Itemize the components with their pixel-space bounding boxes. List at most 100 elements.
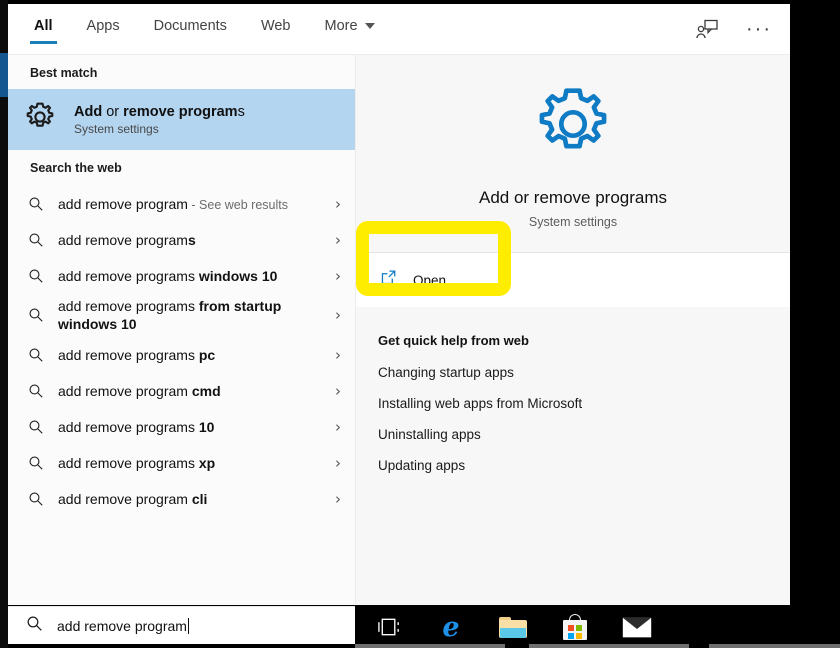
- quick-help-link[interactable]: Updating apps: [378, 458, 790, 473]
- search-icon: [28, 455, 58, 471]
- tab-web-label: Web: [260, 18, 291, 34]
- tab-more[interactable]: More: [323, 14, 377, 44]
- tab-more-label: More: [324, 18, 358, 34]
- microsoft-store-icon[interactable]: [555, 610, 595, 644]
- search-input-text: add remove program: [57, 617, 189, 634]
- web-suggestion-item[interactable]: add remove program cli ›: [8, 481, 355, 517]
- search-tabbar: All Apps Documents Web More ···: [8, 4, 790, 54]
- file-explorer-icon[interactable]: [493, 610, 533, 644]
- chevron-right-icon: ›: [335, 195, 341, 213]
- chevron-right-icon: ›: [335, 345, 341, 364]
- web-suggestion-label: add remove programs windows 10: [58, 267, 278, 284]
- search-icon: [28, 232, 58, 248]
- web-suggestions-list: add remove program - See web results › add…: [8, 184, 355, 517]
- web-suggestion-item[interactable]: add remove programs xp ›: [8, 445, 355, 481]
- quick-help-heading: Get quick help from web: [378, 333, 529, 348]
- folder-glyph: [499, 616, 527, 638]
- tab-documents[interactable]: Documents: [152, 14, 229, 44]
- web-suggestion-item[interactable]: add remove programs windows 10 ›: [8, 258, 355, 294]
- chevron-right-icon: ›: [335, 306, 341, 325]
- microsoft-edge-icon[interactable]: e: [431, 610, 471, 644]
- search-icon: [28, 307, 58, 323]
- tab-documents-label: Documents: [153, 18, 227, 34]
- feedback-person-icon[interactable]: [694, 16, 720, 42]
- search-flyout-panel: All Apps Documents Web More ··· Best mat…: [8, 4, 790, 605]
- quick-help-link[interactable]: Uninstalling apps: [378, 427, 790, 442]
- task-view-icon[interactable]: [369, 610, 409, 644]
- store-bag-glyph: [562, 614, 588, 640]
- search-icon: [26, 615, 43, 637]
- web-suggestion-label: add remove program cli: [58, 490, 208, 507]
- web-suggestion-label: add remove programs 10: [58, 418, 215, 435]
- web-suggestion-label: add remove program cmd: [58, 382, 221, 399]
- web-suggestion-label: add remove programs: [58, 231, 196, 248]
- best-match-title-part2: or: [102, 103, 124, 120]
- taskbar-underline: [355, 644, 840, 648]
- screen-root: All Apps Documents Web More ··· Best mat…: [0, 0, 840, 648]
- open-button[interactable]: Open: [356, 253, 790, 307]
- quick-help-link[interactable]: Installing web apps from Microsoft: [378, 396, 790, 411]
- search-icon: [28, 383, 58, 399]
- envelope-glyph: [622, 617, 652, 638]
- chevron-down-icon: [364, 23, 375, 29]
- start-menu-accent-bar: [0, 53, 8, 97]
- taskbar: e: [355, 606, 840, 648]
- ellipsis-glyph: ···: [746, 18, 772, 40]
- header-actions: ···: [694, 4, 772, 54]
- edge-e-glyph: e: [442, 611, 460, 643]
- open-button-label: Open: [413, 272, 447, 288]
- chevron-right-icon: ›: [335, 453, 341, 472]
- chevron-right-icon: ›: [335, 417, 341, 436]
- chevron-right-icon: ›: [335, 231, 341, 249]
- mail-icon[interactable]: [617, 610, 657, 644]
- web-suggestion-item[interactable]: add remove program cmd ›: [8, 373, 355, 409]
- search-body: Best match Add or remove programs System…: [8, 54, 790, 605]
- search-input-value: add remove program: [57, 617, 187, 634]
- web-suggestion-label: add remove programs from startup windows…: [58, 298, 282, 333]
- web-suggestion-label: add remove program - See web results: [58, 195, 288, 212]
- tab-all[interactable]: All: [30, 14, 57, 44]
- web-suggestion-label: add remove programs xp: [58, 454, 216, 471]
- web-suggestion-item[interactable]: add remove program - See web results ›: [8, 186, 355, 222]
- preview-subtitle: System settings: [528, 215, 618, 229]
- chevron-right-icon: ›: [335, 267, 341, 285]
- search-input[interactable]: add remove program: [8, 606, 355, 644]
- search-icon: [28, 196, 58, 212]
- best-match-title-part3: remove program: [123, 103, 238, 120]
- web-suggestion-item[interactable]: add remove programs from startup windows…: [8, 294, 355, 337]
- search-icon: [28, 268, 58, 284]
- web-suggestion-item[interactable]: add remove programs pc ›: [8, 337, 355, 373]
- text-caret: [187, 617, 189, 634]
- best-match-subtitle: System settings: [74, 121, 159, 136]
- open-external-icon: [380, 269, 397, 291]
- preview-pane: Add or remove programs System settings O…: [355, 55, 790, 605]
- search-the-web-heading: Search the web: [30, 161, 122, 175]
- best-match-title-part1: Add: [74, 103, 103, 120]
- chevron-right-icon: ›: [335, 489, 341, 508]
- web-suggestion-item[interactable]: add remove programs ›: [8, 222, 355, 258]
- tab-apps[interactable]: Apps: [85, 14, 122, 44]
- web-suggestion-label: add remove programs pc: [58, 346, 216, 363]
- chevron-right-icon: ›: [335, 381, 341, 400]
- tab-apps-label: Apps: [86, 18, 120, 34]
- quick-help-link[interactable]: Changing startup apps: [378, 365, 790, 380]
- search-icon: [28, 347, 58, 363]
- gear-icon: [22, 99, 58, 140]
- preview-hero: Add or remove programs System settings: [356, 55, 790, 229]
- ellipsis-icon[interactable]: ···: [746, 16, 772, 42]
- gear-icon: [530, 81, 616, 172]
- search-icon: [28, 419, 58, 435]
- best-match-result[interactable]: Add or remove programs System settings: [8, 89, 355, 150]
- preview-title: Add or remove programs: [478, 188, 668, 207]
- desktop-left-edge: [0, 0, 8, 648]
- best-match-title: Add or remove programs: [74, 104, 245, 120]
- results-column: Best match Add or remove programs System…: [8, 55, 355, 605]
- best-match-heading: Best match: [30, 66, 98, 80]
- quick-help-links: Changing startup apps Installing web apps…: [378, 365, 790, 473]
- tab-web[interactable]: Web: [259, 14, 293, 44]
- best-match-texts: Add or remove programs System settings: [74, 104, 245, 136]
- web-suggestion-item[interactable]: add remove programs 10 ›: [8, 409, 355, 445]
- tab-all-label: All: [34, 18, 53, 34]
- quick-help-block: Get quick help from web Changing startup…: [356, 307, 790, 489]
- best-match-title-part4: s: [237, 103, 245, 120]
